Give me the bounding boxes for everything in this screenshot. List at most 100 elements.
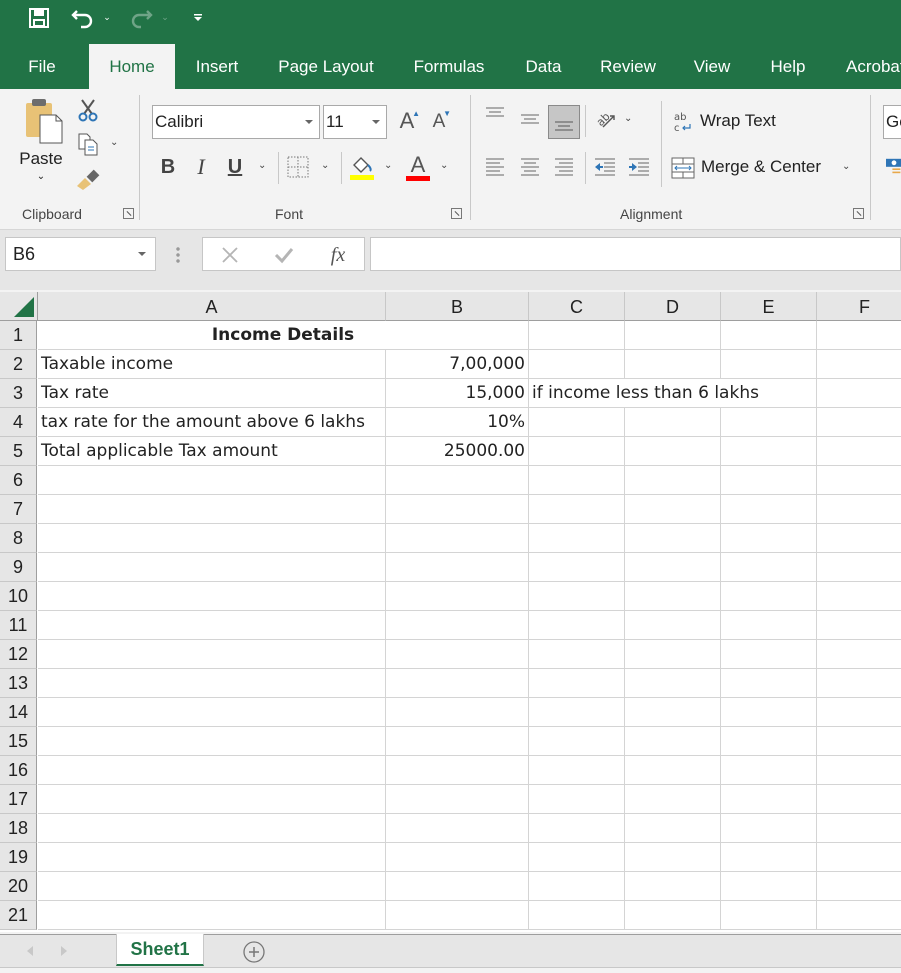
accounting-format-button[interactable] (886, 155, 901, 177)
row-header-1[interactable]: 1 (0, 321, 37, 350)
cell-f11[interactable] (817, 611, 901, 640)
cell-f17[interactable] (817, 785, 901, 814)
cell-b18[interactable] (386, 814, 529, 843)
column-header-d[interactable]: D (625, 292, 721, 321)
cell-f13[interactable] (817, 669, 901, 698)
cell-b12[interactable] (386, 640, 529, 669)
select-all-button[interactable] (0, 292, 38, 321)
redo-icon[interactable] (128, 6, 154, 30)
cell-a7[interactable] (38, 495, 386, 524)
row-header-6[interactable]: 6 (0, 466, 37, 495)
column-header-b[interactable]: B (386, 292, 529, 321)
cell-c20[interactable] (529, 872, 625, 901)
row-header-15[interactable]: 15 (0, 727, 37, 756)
row-header-21[interactable]: 21 (0, 901, 37, 930)
cell-f9[interactable] (817, 553, 901, 582)
cell-a12[interactable] (38, 640, 386, 669)
cell-b4[interactable]: 10% (386, 408, 529, 437)
cell-b16[interactable] (386, 756, 529, 785)
cell-a16[interactable] (38, 756, 386, 785)
cell-d9[interactable] (625, 553, 721, 582)
cell-d10[interactable] (625, 582, 721, 611)
cell-b13[interactable] (386, 669, 529, 698)
cell-e2[interactable] (721, 350, 817, 379)
cell-f15[interactable] (817, 727, 901, 756)
cell-c6[interactable] (529, 466, 625, 495)
tab-help[interactable]: Help (762, 44, 814, 89)
cell-c9[interactable] (529, 553, 625, 582)
cell-e17[interactable] (721, 785, 817, 814)
tab-data[interactable]: Data (516, 44, 571, 89)
cell-d8[interactable] (625, 524, 721, 553)
cell-b17[interactable] (386, 785, 529, 814)
cell-c14[interactable] (529, 698, 625, 727)
cell-a2[interactable]: Taxable income (38, 350, 386, 379)
cell-d1[interactable] (625, 321, 721, 350)
copy-button[interactable] (76, 131, 100, 157)
cell-d18[interactable] (625, 814, 721, 843)
cell-f5[interactable] (817, 437, 901, 466)
cell-e7[interactable] (721, 495, 817, 524)
font-color-button[interactable]: A (405, 152, 431, 182)
tab-review[interactable]: Review (593, 44, 663, 89)
cell-b15[interactable] (386, 727, 529, 756)
tab-home[interactable]: Home (89, 44, 175, 89)
cell-b19[interactable] (386, 843, 529, 872)
cell-a5[interactable]: Total applicable Tax amount (38, 437, 386, 466)
cell-e9[interactable] (721, 553, 817, 582)
number-format-select[interactable]: Ge (883, 105, 901, 139)
font-color-dropdown-icon[interactable]: ⌄ (440, 160, 448, 171)
cell-b9[interactable] (386, 553, 529, 582)
column-header-e[interactable]: E (721, 292, 817, 321)
cell-b11[interactable] (386, 611, 529, 640)
decrease-font-size-button[interactable]: A ▼ (426, 109, 452, 135)
undo-dropdown-icon[interactable]: ⌄ (102, 10, 112, 24)
tab-page-layout[interactable]: Page Layout (270, 44, 382, 89)
cell-d6[interactable] (625, 466, 721, 495)
bottom-align-button[interactable] (548, 105, 580, 139)
cell-f10[interactable] (817, 582, 901, 611)
cell-a9[interactable] (38, 553, 386, 582)
cell-f2[interactable] (817, 350, 901, 379)
cell-a21[interactable] (38, 901, 386, 930)
cell-b2[interactable]: 7,00,000 (386, 350, 529, 379)
cell-f20[interactable] (817, 872, 901, 901)
align-right-button[interactable] (551, 153, 577, 181)
cell-e13[interactable] (721, 669, 817, 698)
cell-f7[interactable] (817, 495, 901, 524)
cell-c19[interactable] (529, 843, 625, 872)
bold-button[interactable]: B (156, 153, 180, 181)
clipboard-launcher-icon[interactable] (123, 208, 134, 219)
cell-e16[interactable] (721, 756, 817, 785)
formula-bar-grip[interactable] (176, 246, 180, 264)
cell-c21[interactable] (529, 901, 625, 930)
underline-dropdown-icon[interactable]: ⌄ (258, 160, 266, 171)
increase-font-size-button[interactable]: A ▲ (394, 107, 420, 135)
cell-b21[interactable] (386, 901, 529, 930)
top-align-button[interactable] (482, 101, 508, 129)
row-header-11[interactable]: 11 (0, 611, 37, 640)
cell-d5[interactable] (625, 437, 721, 466)
cell-a17[interactable] (38, 785, 386, 814)
merge-center-button[interactable]: Merge & Center (671, 153, 831, 183)
cell-d21[interactable] (625, 901, 721, 930)
cell-a11[interactable] (38, 611, 386, 640)
tab-formulas[interactable]: Formulas (405, 44, 493, 89)
font-name-select[interactable]: Calibri (152, 105, 320, 139)
cell-b6[interactable] (386, 466, 529, 495)
column-header-f[interactable]: F (817, 292, 901, 321)
wrap-text-button[interactable]: ab c Wrap Text (672, 107, 792, 137)
cell-a18[interactable] (38, 814, 386, 843)
merge-center-dropdown-icon[interactable]: ⌄ (842, 161, 850, 172)
cell-a6[interactable] (38, 466, 386, 495)
orientation-dropdown-icon[interactable]: ⌄ (624, 113, 632, 124)
row-header-8[interactable]: 8 (0, 524, 37, 553)
cell-b7[interactable] (386, 495, 529, 524)
cell-a15[interactable] (38, 727, 386, 756)
cell-f21[interactable] (817, 901, 901, 930)
middle-align-button[interactable] (517, 105, 543, 133)
cell-c16[interactable] (529, 756, 625, 785)
row-header-3[interactable]: 3 (0, 379, 37, 408)
cell-d17[interactable] (625, 785, 721, 814)
format-painter-button[interactable] (74, 167, 102, 191)
